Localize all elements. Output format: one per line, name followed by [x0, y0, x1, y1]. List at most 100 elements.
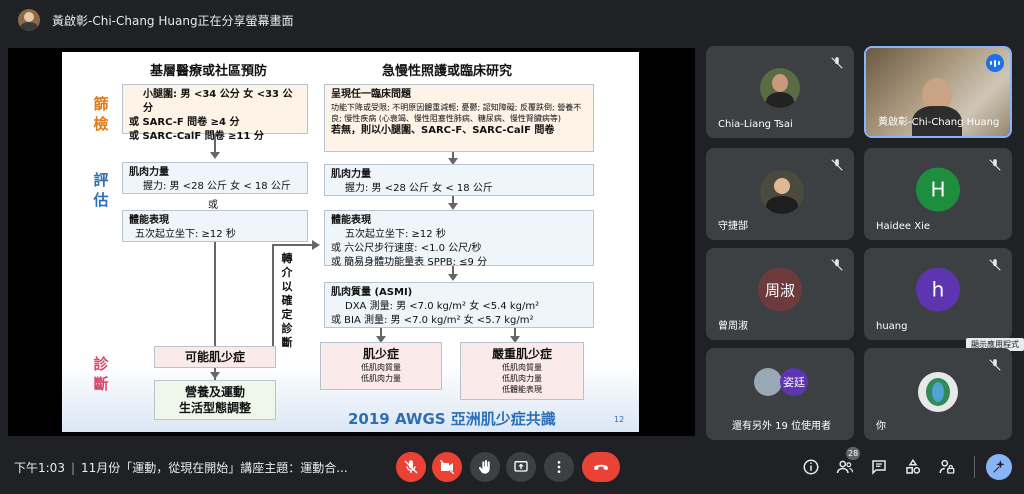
top-bar: 黃啟彰-Chi-Chang Huang正在分享螢幕畫面: [0, 0, 1024, 40]
divider: [974, 456, 975, 478]
more-options-button[interactable]: [544, 452, 574, 482]
left-performance-value: 五次起立坐下: ≥12 秒: [135, 229, 236, 240]
left-column-title: 基層醫療或社區預防: [150, 64, 268, 79]
more-participants-tile[interactable]: 姿廷 還有另外 19 位使用者: [706, 348, 854, 440]
left-screen-line2: 或 SARC-F 問卷 ≥4 分: [129, 117, 240, 128]
right-strength-box: 肌肉力量 握力: 男 <28 公斤 女 < 18 公斤: [324, 164, 594, 196]
mic-off-icon: [404, 460, 418, 474]
participant-name: 曾周淑: [718, 321, 748, 332]
right-performance-line2: 或 六公尺步行速度: <1.0 公尺/秒: [331, 243, 482, 254]
hand-icon: [478, 460, 490, 474]
participant-tile[interactable]: Chia-Liang Tsai: [706, 46, 854, 138]
participant-avatar: H: [916, 167, 960, 212]
side-label-diagnose: 診斷: [93, 355, 109, 393]
presenting-banner: 黃啟彰-Chi-Chang Huang正在分享螢幕畫面: [52, 13, 294, 28]
left-strength-value: 握力: 男 <28 公斤 女 < 18 公斤: [143, 181, 291, 192]
left-or-text: 或: [208, 200, 218, 211]
meeting-details-button[interactable]: [800, 456, 822, 478]
connector: [214, 134, 216, 152]
participant-name: huang: [876, 321, 908, 332]
sarcopenia-line2: 低肌肉力量: [361, 374, 401, 383]
effects-button[interactable]: [986, 454, 1012, 480]
referral-text: 轉介以確定診斷: [281, 252, 293, 349]
possible-sarcopenia-text: 可能肌少症: [184, 350, 245, 364]
participant-name: Chia-Liang Tsai: [718, 119, 793, 130]
camera-off-icon: [439, 459, 455, 475]
more-vert-icon: [557, 461, 561, 473]
participant-avatar: 周淑: [758, 267, 802, 312]
present-screen-button[interactable]: [506, 452, 536, 482]
participant-tile[interactable]: 守捷郜: [706, 148, 854, 240]
self-tile[interactable]: 你: [864, 348, 1012, 440]
mic-off-icon: [989, 359, 1001, 371]
right-performance-line1: 五次起立坐下: ≥12 秒: [345, 229, 446, 240]
sarcopenia-line1: 低肌肉質量: [361, 363, 401, 372]
lock-person-icon: [939, 459, 955, 474]
right-strength-title: 肌肉力量: [331, 169, 371, 180]
slide-page-number: 12: [614, 415, 625, 424]
left-performance-title: 體能表現: [129, 215, 169, 226]
activities-button[interactable]: [902, 456, 924, 478]
slide-footer-title: 2019 AWGS 亞洲肌少症共識: [348, 410, 556, 428]
arrow-down: [210, 152, 220, 159]
severe-line1: 低肌肉質量: [502, 363, 542, 372]
left-screen-line1: 小腿圍: 男 <34 公分 女 <33 公分: [143, 89, 293, 114]
participant-name: 黃啟彰-Chi-Chang Huang: [878, 117, 1000, 128]
left-screen-box: 小腿圍: 男 <34 公分 女 <33 公分 或 SARC-F 問卷 ≥4 分 …: [122, 84, 308, 142]
chat-button[interactable]: [868, 456, 890, 478]
mic-toggle-button[interactable]: [396, 452, 426, 482]
participant-tile[interactable]: 周淑 曾周淑: [706, 248, 854, 340]
participant-tile[interactable]: H Haidee Xie: [864, 148, 1012, 240]
people-count-badge: 28: [846, 447, 861, 460]
muscle-mass-line1: DXA 測量: 男 <7.0 kg/m² 女 <5.4 kg/m²: [345, 301, 540, 312]
right-performance-box: 體能表現 五次起立坐下: ≥12 秒 或 六公尺步行速度: <1.0 公尺/秒 …: [324, 210, 594, 268]
participant-tile-presenter[interactable]: 黃啟彰-Chi-Chang Huang: [864, 46, 1012, 138]
self-avatar: [918, 372, 958, 412]
speaking-indicator-icon: [986, 54, 1004, 72]
right-strength-value: 握力: 男 <28 公斤 女 < 18 公斤: [345, 183, 493, 194]
camera-toggle-button[interactable]: [432, 452, 462, 482]
mic-off-icon: [831, 259, 843, 271]
meeting-title: 11月份「運動，從現在開始」講座主題：運動合...: [81, 461, 348, 475]
participant-tile[interactable]: h huang: [864, 248, 1012, 340]
intervention-line2: 生活型態調整: [178, 401, 251, 415]
right-performance-line3: 或 簡易身體功能量表 SPPB: ≤9 分: [331, 257, 488, 268]
participant-photo: [760, 68, 800, 108]
participant-avatar: 姿廷: [780, 368, 808, 396]
sarcopenia-title: 肌少症: [362, 347, 399, 361]
host-controls-button[interactable]: [936, 456, 958, 478]
info-icon: [803, 459, 819, 475]
right-column-title: 急慢性照護或臨床研究: [382, 64, 513, 79]
severe-line2: 低肌肉力量: [502, 374, 542, 383]
present-icon: [514, 461, 528, 472]
possible-sarcopenia-box: 可能肌少症: [154, 346, 276, 368]
leave-call-button[interactable]: [582, 452, 620, 482]
bottom-bar: 下午1:03 | 11月份「運動，從現在開始」講座主題：運動合...: [0, 440, 1024, 494]
raise-hand-button[interactable]: [470, 452, 500, 482]
left-strength-title: 肌肉力量: [129, 167, 169, 178]
right-screen-footer: 若無，則以小腿圍、SARC-F、SARC-CalF 問卷: [331, 125, 555, 136]
participant-photo: [760, 170, 804, 214]
participant-photo: [754, 368, 782, 396]
shapes-icon: [906, 458, 921, 474]
right-screen-title: 呈現任一臨床問題: [331, 89, 411, 100]
mic-off-icon: [989, 159, 1001, 171]
muscle-mass-title: 肌肉質量 (ASMI): [331, 287, 413, 298]
presenter-avatar: [18, 9, 40, 31]
intervention-box: 營養及運動 生活型態調整: [154, 380, 276, 420]
shared-screen: 基層醫療或社區預防 急慢性照護或臨床研究 篩檢 評估 診斷 小腿圍: 男 <34…: [8, 48, 695, 436]
mic-off-icon: [831, 159, 843, 171]
participant-name: 你: [876, 421, 886, 432]
people-icon: [836, 460, 854, 474]
side-label-assess: 評估: [93, 171, 109, 209]
side-label-screen: 篩檢: [93, 95, 109, 133]
participant-name: 守捷郜: [718, 221, 748, 232]
severe-title: 嚴重肌少症: [491, 347, 552, 361]
more-participants-label: 還有另外 19 位使用者: [732, 421, 832, 432]
sarcopenia-box: 肌少症 低肌肉質量 低肌肉力量: [320, 342, 442, 390]
presentation-slide: 基層醫療或社區預防 急慢性照護或臨床研究 篩檢 評估 診斷 小腿圍: 男 <34…: [62, 52, 639, 432]
arrow-down: [448, 203, 458, 210]
sparkle-icon: [993, 460, 1005, 473]
mic-off-icon: [989, 259, 1001, 271]
clock-time: 下午1:03: [14, 461, 65, 475]
